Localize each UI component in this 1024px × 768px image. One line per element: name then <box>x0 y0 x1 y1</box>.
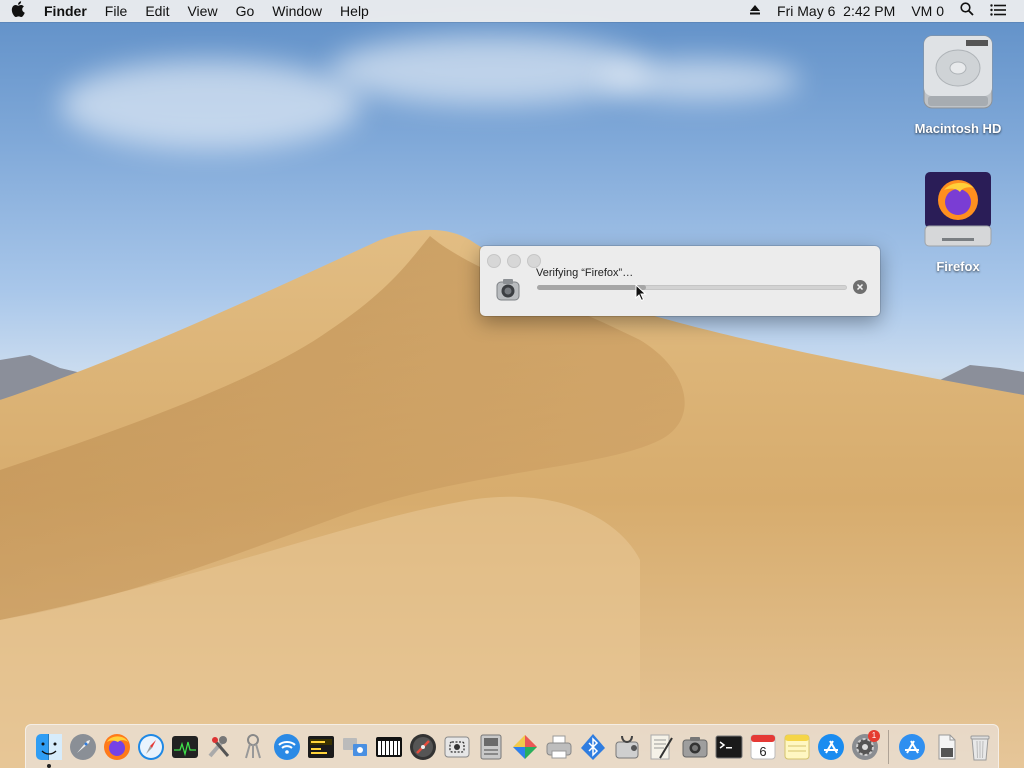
dock-colorsync-utility[interactable] <box>508 730 542 764</box>
dock-console[interactable] <box>304 730 338 764</box>
piano-keys-icon <box>376 736 402 757</box>
dock-separator <box>888 729 889 764</box>
dock-activity-monitor[interactable] <box>168 730 202 764</box>
notification-center-icon[interactable] <box>982 0 1014 22</box>
menu-bar: Finder File Edit View Go Window Help Fri… <box>0 0 1024 22</box>
menu-user[interactable]: VM 0 <box>903 0 952 22</box>
menu-edit[interactable]: Edit <box>136 0 178 22</box>
desktop-icon-label: Macintosh HD <box>914 121 1002 136</box>
document-icon <box>938 734 956 759</box>
script-editor-icon <box>650 734 673 759</box>
dock-boot-camp-assistant[interactable] <box>474 730 508 764</box>
terminal-icon <box>715 735 743 758</box>
keychain-icon <box>245 733 261 758</box>
dock-app-store[interactable] <box>814 730 848 764</box>
calendar-icon: 6 <box>750 734 776 759</box>
progress-bar-fill <box>537 285 646 290</box>
dock-directory-utility[interactable] <box>406 730 440 764</box>
directory-utility-icon <box>410 733 436 760</box>
apple-menu-icon[interactable] <box>0 1 36 21</box>
desktop-icon-firefox[interactable]: Firefox <box>903 170 1013 274</box>
minimize-window-button[interactable] <box>507 254 521 268</box>
applications-folder-icon <box>899 733 925 760</box>
dock-launchpad[interactable] <box>66 730 100 764</box>
verifying-dialog: Verifying “Firefox”… <box>480 246 880 316</box>
activity-monitor-icon <box>172 735 198 758</box>
bluetooth-icon <box>581 733 605 760</box>
screenshot-icon <box>444 736 470 757</box>
dock-screenshot[interactable] <box>440 730 474 764</box>
hard-drive-icon <box>903 30 1013 115</box>
finder-icon <box>36 733 62 760</box>
menu-help[interactable]: Help <box>331 0 378 22</box>
dock-screenshot-camera[interactable] <box>678 730 712 764</box>
printer-icon <box>546 735 572 758</box>
dock-system-information[interactable] <box>202 730 236 764</box>
archive-utility-icon <box>494 276 522 309</box>
desktop: Finder File Edit View Go Window Help Fri… <box>0 0 1024 768</box>
close-icon <box>856 283 864 291</box>
console-warning-icon <box>308 735 334 758</box>
colorsync-icon <box>513 734 537 759</box>
dock-keychain-access[interactable] <box>236 730 270 764</box>
dock-notes[interactable] <box>780 730 814 764</box>
menu-file[interactable]: File <box>96 0 137 22</box>
dock: 6 1 <box>25 724 999 768</box>
menu-window[interactable]: Window <box>263 0 331 22</box>
menu-app-name[interactable]: Finder <box>36 0 96 22</box>
dock-midi-setup[interactable] <box>372 730 406 764</box>
spotlight-search-icon[interactable] <box>952 0 982 22</box>
dock-wireless-diagnostics[interactable] <box>270 730 304 764</box>
notification-badge: 1 <box>868 729 880 742</box>
stethoscope-disk-icon <box>615 735 639 758</box>
dock-disk-utility[interactable] <box>610 730 644 764</box>
dock-finder[interactable] <box>32 730 66 768</box>
menu-go[interactable]: Go <box>227 0 264 22</box>
dock-system-preferences[interactable]: 1 <box>848 729 882 764</box>
hard-disk-icon <box>480 734 502 759</box>
running-indicator <box>47 763 51 768</box>
dock-print-center[interactable] <box>542 730 576 764</box>
zoom-window-button[interactable] <box>527 254 541 268</box>
cancel-button[interactable] <box>853 280 867 294</box>
camera-icon <box>682 736 708 757</box>
dock-documents[interactable] <box>929 730 963 764</box>
dock-bluetooth-file-exchange[interactable] <box>576 730 610 764</box>
menu-clock[interactable]: Fri May 6 2:42 PM <box>769 0 903 22</box>
firefox-icon <box>104 733 130 760</box>
dialog-title: Verifying “Firefox”… <box>536 267 634 279</box>
dock-trash[interactable] <box>963 730 997 764</box>
tools-icon <box>208 735 230 757</box>
desktop-icon-label: Firefox <box>936 259 980 274</box>
launchpad-rocket-icon <box>70 733 96 760</box>
app-store-icon <box>818 733 844 760</box>
desktop-icon-macintosh-hd[interactable]: Macintosh HD <box>903 30 1013 136</box>
safari-compass-icon <box>138 733 164 760</box>
progress-bar <box>537 285 847 290</box>
notes-icon <box>784 734 810 759</box>
dock-applications-folder[interactable] <box>895 730 929 764</box>
migration-assistant-icon <box>343 737 367 756</box>
mouse-cursor-icon <box>635 283 647 307</box>
dock-safari[interactable] <box>134 730 168 764</box>
dock-migration-assistant[interactable] <box>338 730 372 764</box>
menu-view[interactable]: View <box>178 0 226 22</box>
trash-icon <box>970 735 990 760</box>
close-window-button[interactable] <box>487 254 501 268</box>
dock-calendar[interactable]: 6 <box>746 730 780 764</box>
eject-icon[interactable] <box>741 0 769 22</box>
wallpaper-dune <box>0 229 1024 768</box>
firefox-disk-image-icon <box>903 170 1013 253</box>
dock-terminal[interactable] <box>712 730 746 764</box>
dock-firefox[interactable] <box>100 730 134 764</box>
calendar-day: 6 <box>759 744 766 759</box>
dock-script-editor[interactable] <box>644 730 678 764</box>
wifi-icon <box>274 733 300 760</box>
